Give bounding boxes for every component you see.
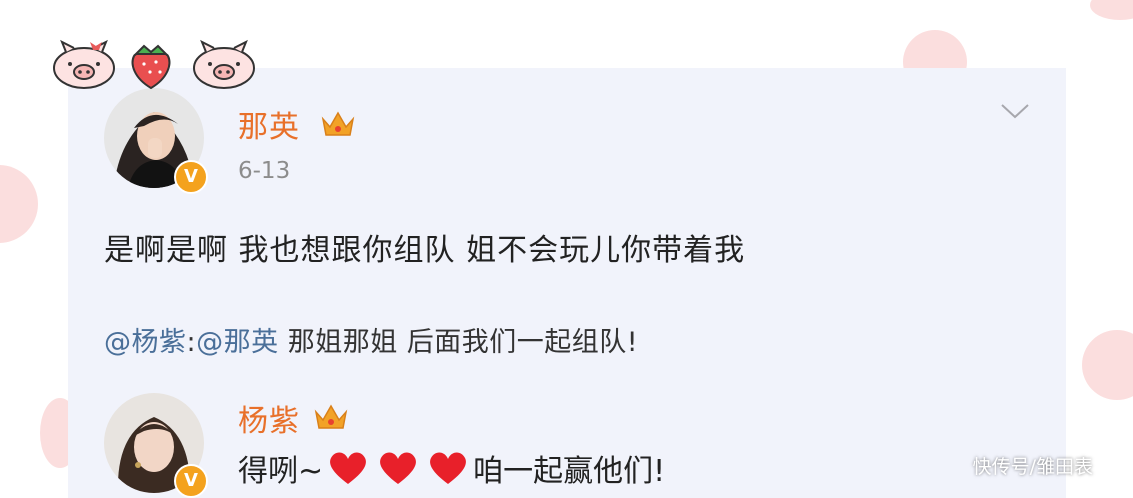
author-name[interactable]: 那英 — [238, 102, 300, 146]
watermark-text: 快传号/雏田表 — [972, 456, 1093, 478]
reply-text: 得咧~ 咱一起赢他们! — [238, 446, 665, 490]
comment-text: 是啊是啊 我也想跟你组队 姐不会玩儿你带着我 — [104, 233, 746, 268]
watermark: 快传号/雏田表 — [973, 452, 1093, 479]
comment-date: 6-13 — [238, 158, 291, 184]
quoted-comment[interactable]: @杨紫:@那英 那姐那姐 后面我们一起组队! — [104, 320, 638, 359]
strawberry-icon — [131, 44, 171, 90]
pig-icon — [193, 39, 255, 89]
reply-text-end: 咱一起赢他们! — [473, 454, 666, 489]
heart-icon — [380, 452, 417, 484]
reply-text-start: 得咧~ — [238, 454, 324, 489]
crown-icon — [321, 111, 355, 136]
decor-dot — [1082, 330, 1133, 400]
pig-icon — [53, 39, 115, 89]
quote-separator: : — [186, 327, 197, 358]
sticker-row — [52, 38, 262, 90]
chevron-down-icon[interactable] — [1000, 102, 1030, 120]
crown-icon — [314, 404, 348, 429]
heart-icon — [430, 452, 467, 484]
comment-card: V 那英 6-13 是啊是啊 我也想跟你组队 姐不会玩儿你带着我 @杨紫:@那英… — [68, 68, 1066, 498]
decor-dot — [1090, 0, 1133, 20]
mention-link[interactable]: @杨紫 — [104, 327, 187, 358]
decor-dot — [0, 165, 38, 243]
heart-icon — [330, 452, 367, 484]
verified-badge: V — [174, 160, 208, 194]
mention-link[interactable]: @那英 — [196, 327, 279, 358]
reply-author-name[interactable]: 杨紫 — [238, 396, 300, 440]
quoted-text: 那姐那姐 后面我们一起组队! — [278, 327, 639, 358]
verified-badge: V — [174, 464, 208, 498]
